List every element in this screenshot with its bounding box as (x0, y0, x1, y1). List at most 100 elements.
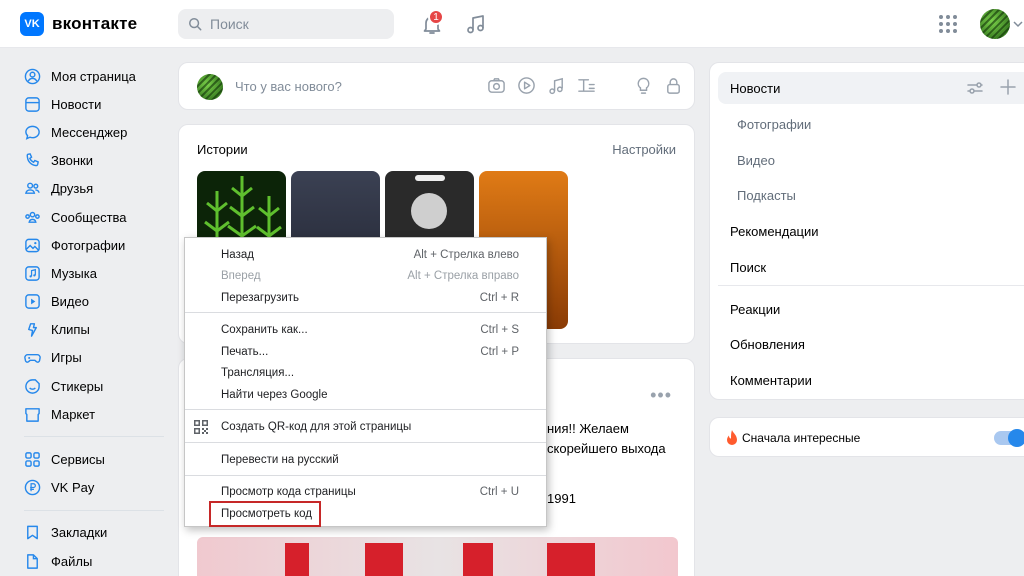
qr-code-icon (194, 419, 208, 434)
photos-icon (25, 238, 40, 253)
menu-item-label: Печать... (221, 345, 269, 358)
sidebar-item-label: Закладки (51, 525, 108, 541)
sidebar-item-files[interactable]: Файлы (20, 547, 170, 575)
menu-item-print[interactable]: Печать... Ctrl + P (185, 341, 546, 362)
sidebar-item-messenger[interactable]: Мессенджер (20, 118, 170, 146)
menu-item-label: Вперед (221, 269, 261, 282)
sidebar-item-stickers[interactable]: Стикеры (20, 372, 170, 400)
sidebar-item-label: Файлы (51, 553, 93, 569)
menu-item-label: Просмотр кода страницы (221, 485, 356, 498)
lightbulb-icon[interactable] (634, 76, 653, 95)
music-note-icon[interactable] (547, 76, 566, 95)
sidebar-item-vkpay[interactable]: VK Pay (20, 474, 170, 502)
services-icon (25, 452, 40, 467)
lock-icon[interactable] (664, 76, 683, 95)
menu-item-view-source[interactable]: Просмотр кода страницы Ctrl + U (185, 481, 546, 502)
chevron-down-icon[interactable] (1013, 20, 1023, 28)
search-input[interactable]: Поиск (178, 9, 394, 39)
menu-item-search-google[interactable]: Найти через Google (185, 384, 546, 405)
vkpay-icon (24, 479, 41, 496)
fire-icon (727, 430, 737, 445)
sidebar-item-friends[interactable]: Друзья (20, 175, 170, 203)
sidebar-item-label: Моя страница (51, 68, 136, 84)
user-icon (24, 68, 41, 84)
article-icon[interactable] (577, 76, 596, 95)
plus-icon[interactable] (999, 78, 1017, 96)
menu-item-label: Трансляция... (221, 366, 295, 379)
composer-placeholder: Что у вас нового? (235, 79, 342, 94)
music-icon[interactable] (464, 12, 488, 36)
sidebar-item-market[interactable]: Маркет (20, 400, 170, 428)
sidebar-item-my-page[interactable]: Моя страница (20, 62, 170, 90)
sort-toggle-switch[interactable] (994, 429, 1024, 447)
settings-sliders-icon[interactable] (966, 79, 984, 97)
games-icon (24, 354, 41, 364)
camera-icon[interactable] (487, 76, 506, 95)
sidebar-item-bookmarks[interactable]: Закладки (20, 519, 170, 547)
phone-icon (26, 153, 39, 167)
sidebar-item-label: Фотографии (51, 237, 126, 253)
video-play-icon[interactable] (517, 76, 536, 95)
music-icon (25, 266, 40, 281)
vk-logo-text: вконтакте (52, 14, 138, 33)
sidebar-item-music[interactable]: Музыка (20, 259, 170, 287)
sort-interesting-toggle-card[interactable]: Сначала интересные (709, 417, 1024, 457)
filter-reactions[interactable]: Реакции (730, 302, 780, 317)
filter-photos[interactable]: Фотографии (737, 117, 811, 132)
sidebar-item-label: Стикеры (51, 378, 104, 394)
market-icon (25, 407, 40, 422)
menu-item-label: Перезагрузить (221, 291, 300, 304)
clips-icon (28, 323, 37, 338)
vk-logo-icon: VK (20, 12, 44, 36)
post-text: ния!! Желаем скорейшего выхода (547, 421, 666, 456)
post-composer[interactable]: Что у вас нового? (178, 62, 695, 110)
filter-updates[interactable]: Обновления (730, 337, 805, 352)
file-icon (27, 553, 38, 569)
context-menu: Назад Alt + Стрелка влево Вперед Alt + С… (184, 237, 547, 527)
sidebar-item-label: VK Pay (51, 480, 95, 496)
sidebar-item-label: Сервисы (51, 452, 105, 468)
sidebar-item-video[interactable]: Видео (20, 288, 170, 316)
inspect-highlight-box (209, 501, 321, 527)
stickers-icon (25, 378, 40, 394)
search-icon (189, 18, 202, 31)
menu-item-label: Создать QR-код для этой страницы (221, 420, 412, 433)
sidebar-item-calls[interactable]: Звонки (20, 147, 170, 175)
menu-item-cast[interactable]: Трансляция... (185, 362, 546, 383)
menu-item-reload[interactable]: Перезагрузить Ctrl + R (185, 287, 546, 308)
profile-avatar[interactable] (980, 9, 1010, 39)
menu-item-qr-code[interactable]: Создать QR-код для этой страницы (185, 416, 546, 437)
sidebar-item-photos[interactable]: Фотографии (20, 231, 170, 259)
sidebar-item-label: Сообщества (51, 209, 127, 225)
menu-divider (185, 475, 546, 476)
stories-title: Истории (197, 142, 248, 157)
menu-item-save-as[interactable]: Сохранить как... Ctrl + S (185, 319, 546, 340)
menu-item-back[interactable]: Назад Alt + Стрелка влево (185, 244, 546, 265)
sidebar-item-clips[interactable]: Клипы (20, 316, 170, 344)
sidebar-item-games[interactable]: Игры (20, 344, 170, 372)
menu-item-shortcut: Ctrl + R (479, 291, 519, 304)
vk-logo[interactable]: VK вконтакте (20, 12, 137, 36)
news-filters: Новости Фотографии Видео Подкасты Рекоме… (709, 62, 1024, 400)
menu-item-translate[interactable]: Перевести на русский (185, 449, 546, 470)
filter-recommendations[interactable]: Рекомендации (730, 224, 819, 239)
filter-podcasts[interactable]: Подкасты (737, 188, 796, 203)
apps-grid-icon[interactable] (938, 14, 958, 34)
sidebar-item-label: Маркет (51, 406, 96, 422)
sidebar-item-label: Игры (51, 350, 82, 366)
filter-video[interactable]: Видео (737, 153, 775, 168)
friends-icon (25, 182, 40, 195)
sidebar-item-communities[interactable]: Сообщества (20, 203, 170, 231)
stories-settings-link[interactable]: Настройки (612, 142, 676, 157)
more-options-icon[interactable]: ••• (650, 385, 672, 406)
sidebar-item-services[interactable]: Сервисы (20, 445, 170, 473)
post-image[interactable] (197, 537, 678, 576)
filter-comments[interactable]: Комментарии (730, 373, 812, 388)
composer-actions (487, 76, 683, 95)
filter-search[interactable]: Поиск (730, 260, 766, 275)
menu-item-label: Сохранить как... (221, 323, 308, 336)
filter-news-label[interactable]: Новости (730, 81, 780, 96)
sidebar-divider (24, 509, 164, 511)
sidebar-item-news[interactable]: Новости (20, 90, 170, 118)
newsfeed-icon (25, 96, 40, 112)
